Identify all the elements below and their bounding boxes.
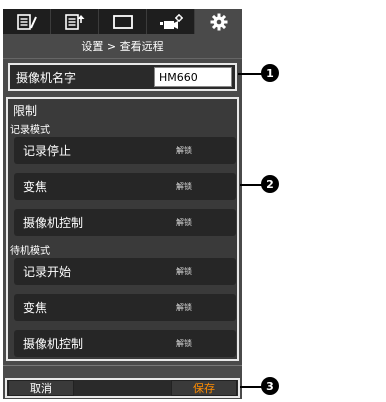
list-upload-icon [64, 13, 84, 30]
record-start-item[interactable]: 记录开始 解锁 [14, 258, 236, 285]
record-start-value[interactable]: 解锁 [176, 266, 236, 277]
tab-bar [3, 9, 242, 34]
tab-monitor[interactable] [99, 9, 147, 34]
record-zoom-label: 变焦 [23, 180, 48, 194]
callout-line-1 [238, 73, 262, 75]
record-stop-item[interactable]: 记录停止 解锁 [14, 137, 236, 164]
record-stop-value[interactable]: 解锁 [176, 145, 236, 156]
camera-settings-icon [159, 13, 183, 29]
standby-camera-control-value[interactable]: 解锁 [176, 338, 236, 349]
gear-icon [210, 13, 227, 30]
tab-list-upload[interactable] [51, 9, 99, 34]
limits-panel: 限制 记录模式 记录停止 解锁 变焦 解锁 摄像机控制 解锁 待机模式 记录开始… [6, 97, 239, 361]
standby-zoom-label: 变焦 [23, 301, 48, 315]
camera-name-input[interactable] [154, 67, 232, 87]
callout-marker-3: 3 [261, 377, 279, 395]
standby-zoom-value[interactable]: 解锁 [176, 302, 236, 313]
record-camera-control-value[interactable]: 解锁 [176, 217, 236, 228]
standby-camera-control-label: 摄像机控制 [23, 337, 84, 351]
breadcrumb-current: 查看远程 [119, 40, 164, 53]
save-button[interactable]: 保存 [171, 380, 237, 396]
button-bar: 取消 保存 [5, 378, 240, 398]
remote-view-screen: 设置 > 查看远程 摄像机名字 限制 记录模式 记录停止 解锁 变焦 解锁 摄像… [3, 9, 242, 399]
callout-line-3 [240, 386, 262, 388]
record-zoom-item[interactable]: 变焦 解锁 [14, 173, 236, 200]
tab-list-edit[interactable] [3, 9, 51, 34]
breadcrumb: 设置 > 查看远程 [3, 34, 242, 59]
tab-camera-settings[interactable] [147, 9, 195, 34]
record-stop-label: 记录停止 [23, 144, 72, 158]
callout-marker-1: 1 [261, 64, 279, 82]
camera-name-row: 摄像机名字 [8, 63, 237, 91]
cancel-button[interactable]: 取消 [8, 380, 74, 396]
callout-line-2 [240, 184, 262, 186]
standby-camera-control-item[interactable]: 摄像机控制 解锁 [14, 330, 236, 357]
record-camera-control-label: 摄像机控制 [23, 216, 84, 230]
callout-marker-2: 2 [261, 175, 279, 193]
camera-name-label: 摄像机名字 [16, 70, 77, 85]
breadcrumb-settings[interactable]: 设置 [81, 38, 103, 54]
standby-mode-label: 待机模式 [10, 246, 50, 257]
limits-title: 限制 [13, 104, 38, 118]
standby-zoom-item[interactable]: 变焦 解锁 [14, 294, 236, 321]
tab-settings[interactable] [195, 9, 242, 34]
record-mode-label: 记录模式 [10, 125, 50, 136]
divider [3, 365, 242, 366]
record-zoom-value[interactable]: 解锁 [176, 181, 236, 192]
breadcrumb-separator: > [103, 39, 120, 53]
list-edit-icon [16, 13, 37, 30]
record-start-label: 记录开始 [23, 265, 72, 279]
record-camera-control-item[interactable]: 摄像机控制 解锁 [14, 209, 236, 236]
monitor-icon [112, 14, 133, 29]
